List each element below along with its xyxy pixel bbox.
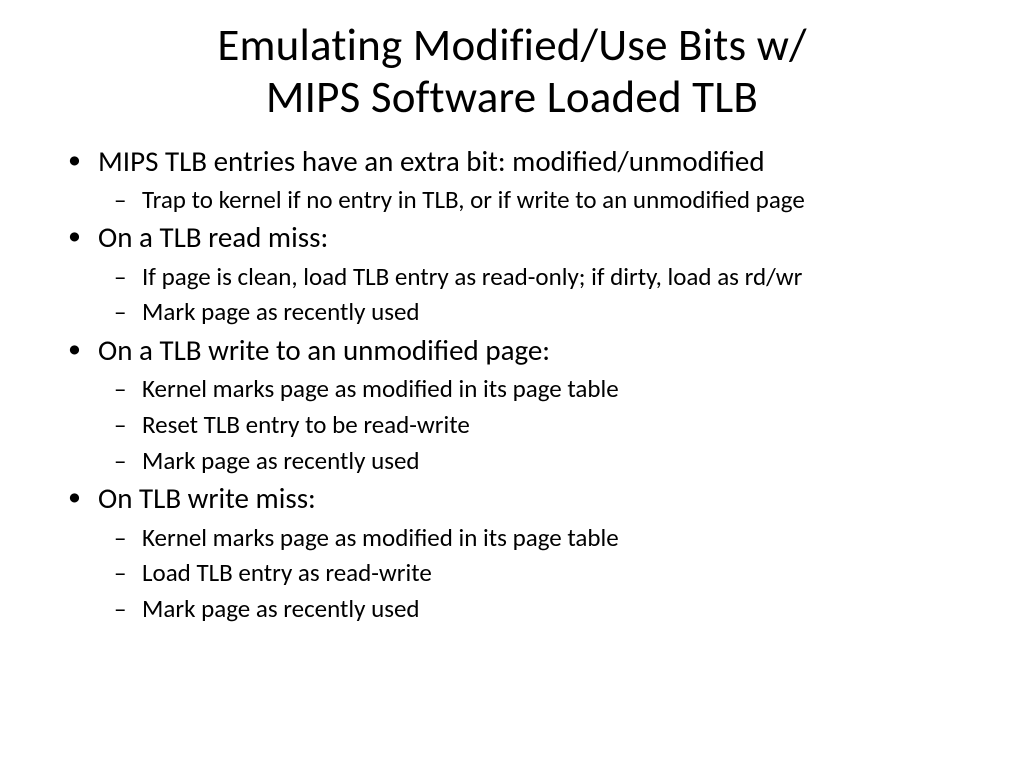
slide-title: Emulating Modified/Use Bits w/ MIPS Soft…: [50, 20, 974, 124]
bullet-text: If page is clean, load TLB entry as read…: [142, 261, 802, 292]
sub-list: If page is clean, load TLB entry as read…: [98, 260, 974, 330]
title-line-2: MIPS Software Loaded TLB: [266, 70, 758, 125]
bullet-text: Mark page as recently used: [142, 593, 420, 624]
list-item: Mark page as recently used: [142, 592, 974, 626]
sub-list: Kernel marks page as modified in its pag…: [98, 521, 974, 626]
bullet-text: Mark page as recently used: [142, 445, 420, 476]
list-item: MIPS TLB entries have an extra bit: modi…: [98, 142, 974, 217]
sub-list: Kernel marks page as modified in its pag…: [98, 372, 974, 477]
sub-list: Trap to kernel if no entry in TLB, or if…: [98, 183, 974, 217]
bullet-text: Kernel marks page as modified in its pag…: [142, 522, 619, 553]
bullet-text: Reset TLB entry to be read-write: [142, 409, 470, 440]
bullet-text: On a TLB write to an unmodified page:: [98, 332, 550, 368]
bullet-text: MIPS TLB entries have an extra bit: modi…: [98, 143, 765, 179]
list-item: If page is clean, load TLB entry as read…: [142, 260, 974, 294]
bullet-text: Mark page as recently used: [142, 296, 420, 327]
list-item: Trap to kernel if no entry in TLB, or if…: [142, 183, 974, 217]
bullet-list: MIPS TLB entries have an extra bit: modi…: [50, 142, 974, 626]
list-item: On TLB write miss: Kernel marks page as …: [98, 479, 974, 625]
list-item: On a TLB read miss: If page is clean, lo…: [98, 218, 974, 329]
bullet-text: On a TLB read miss:: [98, 219, 328, 255]
list-item: Kernel marks page as modified in its pag…: [142, 372, 974, 406]
list-item: Mark page as recently used: [142, 444, 974, 478]
title-line-1: Emulating Modified/Use Bits w/: [217, 18, 806, 73]
list-item: On a TLB write to an unmodified page: Ke…: [98, 331, 974, 477]
list-item: Reset TLB entry to be read-write: [142, 408, 974, 442]
bullet-text: Load TLB entry as read-write: [142, 557, 432, 588]
bullet-text: On TLB write miss:: [98, 480, 316, 516]
bullet-text: Trap to kernel if no entry in TLB, or if…: [142, 184, 805, 215]
list-item: Mark page as recently used: [142, 295, 974, 329]
list-item: Kernel marks page as modified in its pag…: [142, 521, 974, 555]
list-item: Load TLB entry as read-write: [142, 556, 974, 590]
bullet-text: Kernel marks page as modified in its pag…: [142, 373, 619, 404]
